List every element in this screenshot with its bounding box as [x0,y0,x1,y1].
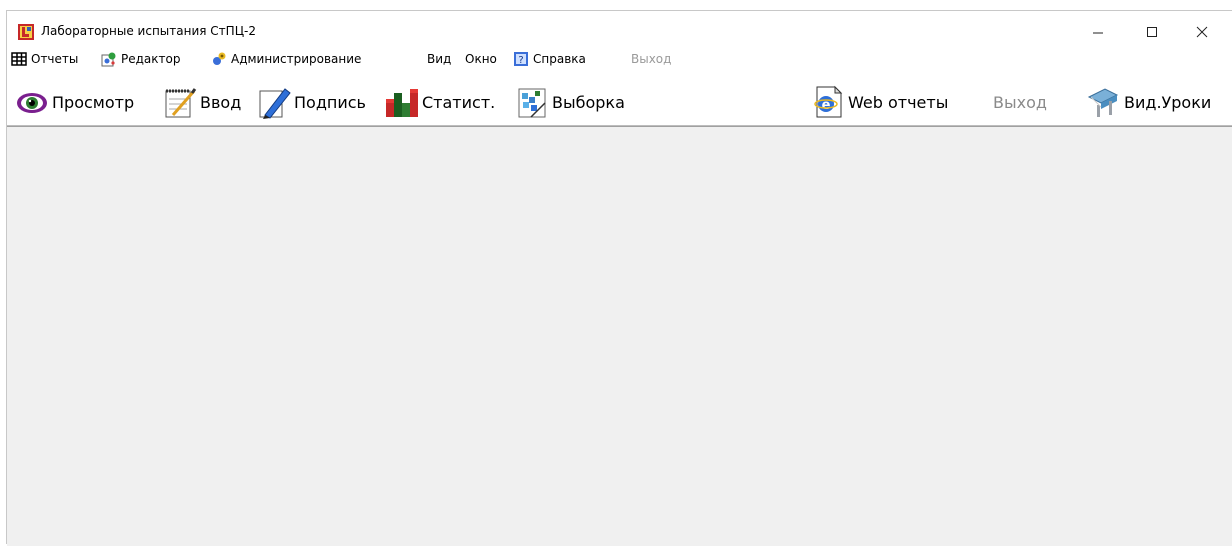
menu-exit-label: Выход [631,52,672,66]
exit-button[interactable]: Выход [993,79,1047,125]
menu-exit[interactable]: Выход [631,49,671,69]
statistics-button[interactable]: Статист. [385,79,495,125]
menu-window[interactable]: Окно [465,49,497,69]
statistics-button-label: Статист. [422,92,496,112]
app-icon [18,24,34,40]
bar-chart-icon [386,89,418,117]
admin-icon [213,52,226,65]
web-reports-button-label: Web отчеты [848,92,949,112]
menu-reports-label: Отчеты [31,52,79,66]
maximize-button[interactable] [1129,19,1175,45]
selection-button[interactable]: Выборка [515,79,625,125]
menu-view[interactable]: Вид [427,49,451,69]
maximize-icon [1147,27,1157,37]
window-title: Лабораторные испытания СтПЦ-2 [41,24,256,38]
view-button[interactable]: Просмотр [15,79,134,125]
close-icon [1196,26,1208,38]
exit-button-label: Выход [993,92,1047,112]
video-lessons-button-label: Вид.Уроки [1124,92,1212,112]
signature-button-label: Подпись [294,92,366,112]
signature-pen-icon [259,88,291,119]
menu-window-label: Окно [465,52,497,66]
title-bar[interactable]: Лабораторные испытания СтПЦ-2 [7,11,1232,45]
video-lessons-icon [1087,88,1119,117]
menu-administration[interactable]: Администрирование [211,49,361,69]
selection-icon [518,88,546,118]
web-document-icon: e [814,85,843,118]
svg-text:?: ? [518,55,523,66]
menu-reports[interactable]: Отчеты [11,49,78,69]
signature-button[interactable]: Подпись [257,79,366,125]
help-book-icon: ? [514,52,528,66]
eye-icon [17,93,47,113]
mdi-client-area[interactable] [7,126,1232,546]
menu-help-label: Справка [533,52,586,66]
video-lessons-button[interactable]: Вид.Уроки [1087,79,1211,125]
menu-editor-label: Редактор [121,52,181,66]
menu-editor[interactable]: Редактор [101,49,180,69]
menu-help[interactable]: ? Справка [513,49,586,69]
input-button-label: Ввод [200,92,242,112]
web-reports-button[interactable]: e Web отчеты [811,79,948,125]
minimize-button[interactable] [1075,19,1121,45]
app-window: Лабораторные испытания СтПЦ-2 Отчеты Ред… [6,10,1232,546]
view-button-label: Просмотр [52,92,135,112]
toolbar: Просмотр Ввод Подпись Статист. Выборка e… [7,79,1232,126]
input-button[interactable]: Ввод [163,79,241,125]
menu-view-label: Вид [427,52,452,66]
menu-administration-label: Администрирование [231,52,362,66]
editor-icon [101,52,116,67]
selection-button-label: Выборка [552,92,625,112]
table-icon [11,52,27,66]
close-button[interactable] [1179,19,1225,45]
menu-bar: Отчеты Редактор Администрирование Вид Ок… [7,49,1232,69]
minimize-icon [1093,32,1103,34]
notepad-pen-icon [165,88,197,118]
